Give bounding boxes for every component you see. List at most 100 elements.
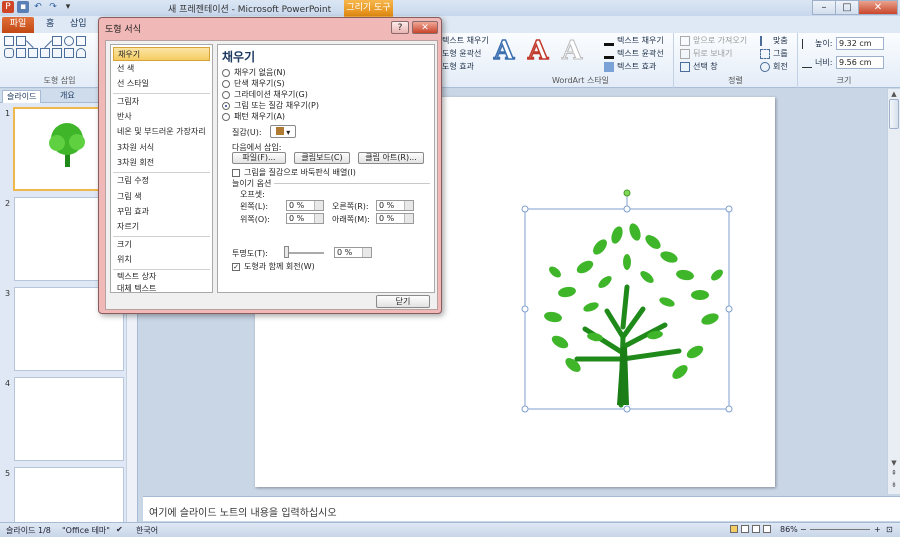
nav-glow-soft-edges[interactable]: 네온 및 부드러운 가장자리 — [113, 125, 210, 139]
dialog-close-button[interactable]: 닫기 — [376, 295, 430, 308]
selection-pane-button[interactable]: 선택 창 — [680, 61, 718, 72]
rotate-with-shape-checkbox[interactable]: ✓ 도형과 함께 회전(W) — [232, 261, 315, 272]
scroll-up-icon[interactable]: ▲ — [889, 90, 899, 98]
nav-3d-rotation[interactable]: 3차원 회전 — [113, 156, 210, 170]
dialog-help-button[interactable]: ? — [391, 21, 409, 34]
radio-gradient-fill[interactable]: 그라데이션 채우기(G) — [222, 89, 308, 100]
nav-shadow[interactable]: 그림자 — [113, 95, 210, 109]
tab-insert[interactable]: 삽입 — [64, 17, 93, 33]
shape-star-icon[interactable] — [64, 48, 74, 58]
fit-to-window-icon[interactable]: ⊡ — [886, 525, 893, 534]
resize-handle-icon[interactable] — [725, 305, 733, 313]
clipart-button[interactable]: 클립 아트(R)... — [358, 152, 424, 164]
align-button[interactable]: 맞춤 — [760, 35, 788, 46]
resize-handle-icon[interactable] — [521, 305, 529, 313]
tab-home[interactable]: 홈 — [40, 17, 60, 33]
nav-line-color[interactable]: 선 색 — [113, 62, 210, 76]
bring-forward-button[interactable]: 앞으로 가져오기 — [680, 35, 747, 46]
maximize-button[interactable]: □ — [835, 0, 859, 15]
slide-sorter-icon[interactable] — [741, 525, 749, 533]
resize-handle-icon[interactable] — [725, 405, 733, 413]
dialog-close-x-button[interactable]: ✕ — [412, 21, 438, 34]
next-slide-icon[interactable]: ⇟ — [889, 481, 899, 489]
wordart-style-1[interactable]: A — [493, 35, 515, 67]
tab-outline[interactable]: 개요 — [56, 90, 79, 103]
slide-thumbnail-5[interactable] — [14, 467, 124, 522]
clipboard-button[interactable]: 클립보드(C) — [294, 152, 350, 164]
tab-file[interactable]: 파일 — [2, 17, 34, 33]
shape-arrow-icon[interactable] — [28, 48, 38, 58]
nav-3d-format[interactable]: 3차원 서식 — [113, 141, 210, 155]
wordart-style-3[interactable]: A — [561, 36, 582, 67]
zoom-slider[interactable] — [810, 529, 870, 530]
theme-indicator[interactable]: "Office 테마" — [62, 525, 110, 536]
shapes-gallery[interactable] — [4, 33, 86, 58]
zoom-out-button[interactable]: − — [800, 525, 807, 534]
nav-artistic-effects[interactable]: 꾸밈 효과 — [113, 205, 210, 219]
file-button[interactable]: 파일(F)... — [232, 152, 286, 164]
resize-handle-icon[interactable] — [623, 405, 631, 413]
nav-text-box[interactable]: 텍스트 상자 — [113, 270, 210, 284]
minimize-button[interactable]: – — [812, 0, 836, 15]
shape-rect2-icon[interactable] — [52, 36, 62, 46]
tab-slides[interactable]: 슬라이드 — [2, 90, 42, 103]
shape-rect-icon[interactable] — [4, 36, 14, 46]
radio-solid-fill[interactable]: 단색 채우기(S) — [222, 78, 285, 89]
shape-oval-icon[interactable] — [64, 36, 74, 46]
nav-line-style[interactable]: 선 스타일 — [113, 77, 210, 91]
language-indicator[interactable]: 한국어 — [136, 525, 158, 536]
wordart-style-2[interactable]: A — [527, 35, 549, 67]
nav-reflection[interactable]: 반사 — [113, 110, 210, 124]
transparency-slider-track[interactable] — [284, 252, 324, 254]
radio-picture-fill[interactable]: 그림 또는 질감 채우기(P) — [222, 100, 319, 111]
shape-rounded-icon[interactable] — [4, 48, 14, 58]
zoom-in-button[interactable]: + — [874, 525, 881, 534]
nav-size[interactable]: 크기 — [113, 238, 210, 252]
resize-handle-icon[interactable] — [623, 205, 631, 213]
shape-fill-button[interactable]: 텍스트 채우기 — [442, 35, 489, 46]
notes-pane[interactable]: 여기에 슬라이드 노트의 내용을 입력하십시오 — [143, 496, 900, 521]
shape-bracket-icon[interactable] — [52, 48, 62, 58]
close-window-button[interactable]: ✕ — [858, 0, 898, 15]
customize-toolbar-icon[interactable]: ▾ — [62, 1, 74, 13]
transparency-input[interactable]: 0 % — [334, 247, 372, 258]
shape-outline-button[interactable]: 도형 윤곽선 — [442, 48, 481, 59]
prev-slide-icon[interactable]: ⇞ — [889, 469, 899, 477]
transparency-slider-thumb[interactable] — [284, 246, 289, 258]
nav-picture-color[interactable]: 그림 색 — [113, 190, 210, 204]
scroll-down-icon[interactable]: ▼ — [889, 459, 899, 467]
nav-alt-text[interactable]: 대체 텍스트 — [113, 284, 210, 294]
right-offset-input[interactable]: 0 % — [376, 200, 414, 211]
tile-checkbox[interactable]: 그림을 질감으로 바둑판식 배열(I) — [232, 167, 356, 178]
spellcheck-icon[interactable]: ✔ — [116, 525, 123, 534]
shape-effects-button[interactable]: 도형 효과 — [442, 61, 474, 72]
radio-pattern-fill[interactable]: 패턴 채우기(A) — [222, 111, 285, 122]
nav-crop[interactable]: 자르기 — [113, 220, 210, 234]
powerpoint-logo-icon[interactable]: P — [2, 1, 14, 13]
redo-icon[interactable]: ↷ — [47, 1, 59, 13]
top-offset-input[interactable]: 0 % — [286, 213, 324, 224]
text-outline-button[interactable]: 텍스트 윤곽선 — [604, 48, 664, 59]
nav-picture-corrections[interactable]: 그림 수정 — [113, 174, 210, 188]
undo-icon[interactable]: ↶ — [32, 1, 44, 13]
send-backward-button[interactable]: 뒤로 보내기 — [680, 48, 732, 59]
zoom-level[interactable]: 86% — [780, 525, 798, 534]
shape-more-icon[interactable] — [76, 36, 86, 46]
slide-thumbnail-4[interactable] — [14, 377, 124, 461]
height-input[interactable]: 9.32 cm — [836, 37, 884, 50]
slide-scrollbar[interactable]: ▲ ▼ ⇞ ⇟ — [887, 89, 900, 494]
notes-placeholder[interactable]: 여기에 슬라이드 노트의 내용을 입력하십시오 — [149, 504, 337, 519]
group-button[interactable]: 그룹 — [760, 48, 788, 59]
bottom-offset-input[interactable]: 0 % — [376, 213, 414, 224]
reading-view-icon[interactable] — [752, 525, 760, 533]
text-effects-button[interactable]: 텍스트 효과 — [604, 61, 656, 72]
shape-arrow2-icon[interactable] — [40, 48, 50, 58]
scroll-thumb[interactable] — [889, 99, 899, 129]
rotate-button[interactable]: 회전 — [760, 61, 788, 72]
resize-handle-icon[interactable] — [725, 205, 733, 213]
radio-no-fill[interactable]: 채우기 없음(N) — [222, 67, 286, 78]
nav-fill[interactable]: 채우기 — [113, 47, 210, 61]
rotate-handle-icon[interactable] — [623, 189, 631, 197]
slideshow-icon[interactable] — [763, 525, 771, 533]
shape-curve-icon[interactable] — [76, 48, 86, 58]
